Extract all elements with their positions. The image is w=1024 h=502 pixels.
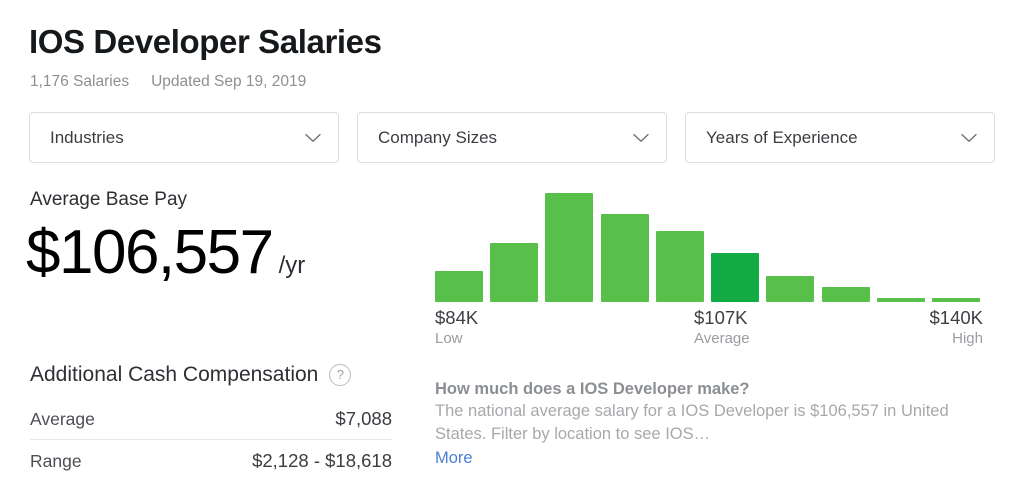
- average-base-pay-unit: /yr: [278, 252, 306, 279]
- salary-page: IOS Developer Salaries 1,176 Salaries Up…: [0, 0, 1024, 502]
- dropdown-company-sizes-label: Company Sizes: [378, 127, 498, 147]
- axis-marker-low-caption: Low: [435, 330, 463, 347]
- chart-bar[interactable]: [711, 253, 759, 302]
- dropdown-company-sizes[interactable]: Company Sizes: [357, 112, 667, 163]
- row-value-average: $7,088: [335, 407, 392, 429]
- chart-bar[interactable]: [435, 271, 483, 302]
- chevron-down-icon: [961, 133, 977, 142]
- question-mark-icon[interactable]: ?: [329, 364, 352, 386]
- chart-bar[interactable]: [601, 214, 649, 302]
- faq-answer: The national average salary for a IOS De…: [435, 402, 949, 443]
- additional-cash-table: Average $7,088 Range $2,128 - $18,618: [30, 398, 392, 481]
- average-base-pay-amount: $106,557: [26, 218, 274, 287]
- chart-bar[interactable]: [822, 287, 870, 302]
- page-meta: 1,176 Salaries Updated Sep 19, 2019: [30, 72, 306, 92]
- axis-marker-low-value: $84K: [435, 307, 479, 328]
- row-label-average: Average: [30, 408, 95, 429]
- average-base-pay-value: $106,557 /yr: [26, 218, 305, 288]
- axis-marker-high: $140K High: [930, 306, 984, 348]
- axis-marker-average: $107K Average: [694, 306, 750, 348]
- chevron-down-icon: [633, 133, 649, 142]
- dropdown-industries-label: Industries: [50, 127, 124, 147]
- filter-bar: Industries Company Sizes Years of Experi…: [29, 112, 995, 163]
- axis-marker-high-caption: High: [952, 330, 983, 347]
- chart-bar[interactable]: [877, 298, 925, 302]
- dropdown-industries[interactable]: Industries: [29, 112, 339, 163]
- axis-marker-average-value: $107K: [694, 307, 748, 328]
- average-base-pay-label: Average Base Pay: [30, 189, 188, 210]
- table-row: Range $2,128 - $18,618: [30, 440, 392, 481]
- faq-block: How much does a IOS Developer make? The …: [435, 378, 955, 470]
- row-label-range: Range: [30, 450, 82, 471]
- axis-marker-average-caption: Average: [694, 330, 750, 347]
- row-value-range: $2,128 - $18,618: [252, 449, 392, 471]
- dropdown-years-of-experience[interactable]: Years of Experience: [685, 112, 995, 163]
- additional-cash-header: Additional Cash Compensation ?: [30, 362, 352, 388]
- chevron-down-icon: [305, 133, 321, 142]
- chart-bar[interactable]: [766, 276, 814, 302]
- table-row: Average $7,088: [30, 398, 392, 440]
- additional-cash-title: Additional Cash Compensation: [30, 363, 319, 386]
- salary-distribution-chart: [435, 186, 980, 302]
- axis-marker-low: $84K Low: [435, 306, 478, 348]
- axis-marker-high-value: $140K: [929, 307, 984, 328]
- dropdown-years-of-experience-label: Years of Experience: [706, 127, 858, 147]
- chart-bar[interactable]: [932, 298, 980, 302]
- chart-bars: [435, 186, 980, 302]
- salary-count: 1,176 Salaries: [30, 73, 130, 90]
- faq-question: How much does a IOS Developer make?: [435, 380, 750, 398]
- chart-bar[interactable]: [656, 231, 704, 302]
- chart-axis-labels: $84K Low $107K Average $140K High: [435, 306, 983, 350]
- more-link[interactable]: More: [435, 447, 473, 470]
- chart-bar[interactable]: [545, 193, 593, 302]
- page-title: IOS Developer Salaries: [29, 23, 382, 60]
- updated-date: Updated Sep 19, 2019: [151, 73, 307, 90]
- chart-bar[interactable]: [490, 243, 538, 302]
